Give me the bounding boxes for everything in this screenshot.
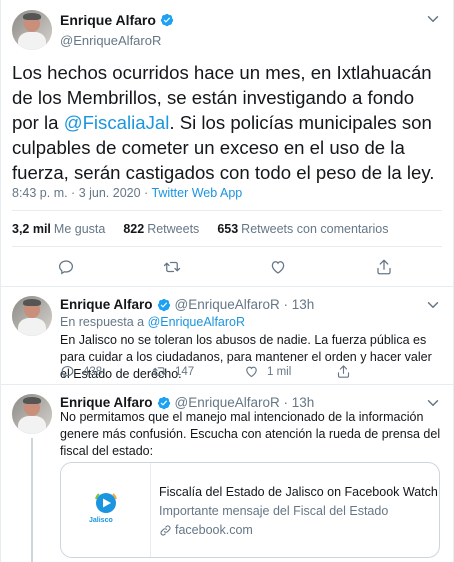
verified-badge-icon	[160, 13, 174, 27]
card-description: Importante mensaje del Fiscal del Estado	[159, 504, 389, 518]
retweets-count: 822	[123, 222, 145, 236]
tweet-actions	[0, 258, 454, 278]
author-name[interactable]: Enrique Alfaro	[60, 297, 153, 312]
retweet-action[interactable]: 147	[152, 364, 244, 379]
author-name[interactable]: Enrique Alfaro	[60, 395, 153, 410]
reply-header: Enrique Alfaro @EnriqueAlfaroR · 13h	[60, 395, 314, 410]
quotes-stat[interactable]: 653 Retweets con comentarios	[217, 222, 388, 236]
reply-action[interactable]: 438	[60, 364, 152, 379]
in-reply-prefix: En respuesta a	[60, 315, 148, 329]
like-icon[interactable]	[269, 258, 287, 276]
likes-stat[interactable]: 3,2 mil Me gusta	[12, 222, 105, 236]
retweets-stat[interactable]: 822 Retweets	[123, 222, 199, 236]
source-app-link[interactable]: Twitter Web App	[151, 186, 242, 200]
retweets-label: Retweets	[147, 222, 200, 236]
link-icon	[160, 524, 171, 536]
share-icon[interactable]	[336, 364, 351, 379]
card-logo-text: Jalisco	[89, 517, 113, 524]
reply-count: 438	[83, 365, 103, 378]
reply-actions: 438 147 1 mil	[60, 364, 428, 379]
retweet-icon[interactable]	[163, 258, 181, 276]
divider	[0, 286, 454, 287]
author-handle[interactable]: @EnriqueAlfaroR · 13h	[175, 297, 315, 312]
divider	[12, 246, 442, 247]
quotes-count: 653	[217, 222, 239, 236]
divider	[12, 210, 442, 211]
avatar[interactable]	[12, 10, 52, 50]
share-icon[interactable]	[375, 258, 393, 276]
retweet-icon[interactable]	[152, 364, 167, 379]
likes-label: Me gusta	[53, 222, 106, 236]
verified-badge-icon	[157, 298, 170, 311]
card-title[interactable]: Fiscalía del Estado de Jalisco on Facebo…	[159, 485, 438, 499]
in-reply-handle-link[interactable]: @EnriqueAlfaroR	[148, 315, 245, 329]
chevron-down-icon[interactable]	[424, 296, 442, 314]
like-action[interactable]: 1 mil	[244, 364, 336, 379]
like-icon[interactable]	[244, 364, 259, 379]
quotes-label: Retweets con comentarios	[241, 222, 389, 236]
author-handle[interactable]: @EnriqueAlfaroR	[60, 33, 174, 48]
reply-icon[interactable]	[60, 364, 75, 379]
like-count: 1 mil	[267, 365, 292, 378]
tweet-meta: 8:43 p. m. · 3 jun. 2020 · Twitter Web A…	[12, 186, 242, 200]
reply-header: Enrique Alfaro @EnriqueAlfaroR · 13h	[60, 297, 314, 312]
thread-line	[31, 438, 33, 562]
avatar[interactable]	[12, 394, 52, 434]
avatar[interactable]	[12, 296, 52, 336]
divider	[0, 384, 454, 385]
author-handle[interactable]: @EnriqueAlfaroR · 13h	[175, 395, 315, 410]
share-action[interactable]	[336, 364, 428, 379]
tweet-text: Los hechos ocurridos hace un mes, en Ixt…	[12, 60, 444, 185]
tweet-stats: 3,2 mil Me gusta 822 Retweets 653 Retweets …	[12, 222, 388, 236]
retweet-count: 147	[175, 365, 195, 378]
in-reply-to: En respuesta a @EnriqueAlfaroR	[60, 315, 245, 329]
author-name-row[interactable]: Enrique Alfaro	[60, 12, 174, 28]
card-thumbnail[interactable]: Jalisco	[61, 463, 151, 557]
reply-text: No permitamos que el manejo mal intencio…	[60, 410, 441, 458]
likes-count: 3,2 mil	[12, 222, 51, 236]
card-domain-text: facebook.com	[175, 523, 253, 537]
card-domain: facebook.com	[159, 523, 253, 537]
link-card[interactable]: Jalisco Fiscalía del Estado de Jalisco o…	[60, 462, 440, 558]
author-name[interactable]: Enrique Alfaro	[60, 12, 156, 28]
timestamp[interactable]: 8:43 p. m. · 3 jun. 2020 ·	[12, 186, 151, 200]
mention-link[interactable]: @FiscaliaJal	[64, 112, 170, 133]
reply-icon[interactable]	[57, 258, 75, 276]
author-block: Enrique Alfaro @EnriqueAlfaroR	[60, 12, 174, 48]
chevron-down-icon[interactable]	[424, 10, 442, 28]
verified-badge-icon	[157, 396, 170, 409]
